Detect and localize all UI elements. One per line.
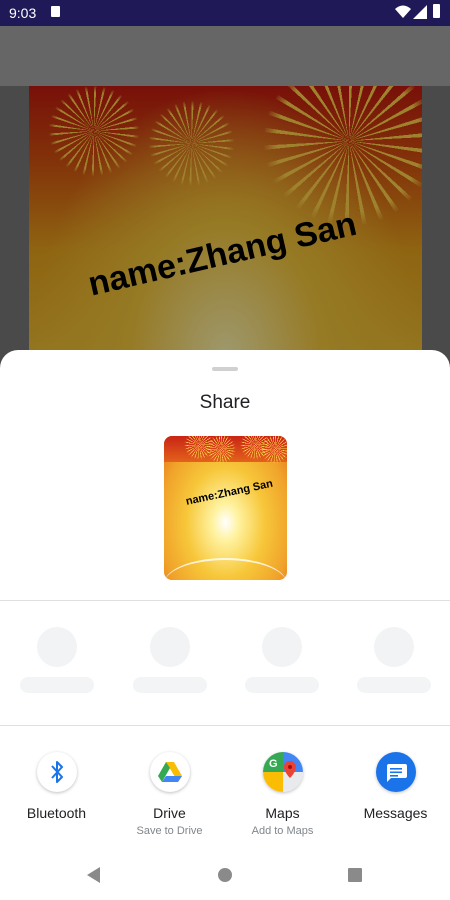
greeting-card-image: name:Zhang San — [29, 86, 422, 386]
share-target-drive[interactable]: Drive Save to Drive — [113, 752, 226, 837]
card-name-text: name:Zhang San — [84, 204, 361, 304]
battery-icon — [433, 4, 440, 18]
firework-decoration — [260, 436, 287, 464]
thumb-decoration — [164, 558, 287, 580]
firework-decoration — [49, 86, 139, 176]
share-target-sublabel: Save to Drive — [136, 825, 203, 837]
sim-card-icon — [51, 6, 60, 17]
firework-decoration — [149, 101, 234, 186]
share-target-label: Maps — [265, 805, 300, 821]
direct-share-placeholder-label — [133, 677, 207, 693]
divider — [0, 600, 450, 601]
svg-text:G: G — [269, 758, 278, 770]
cell-signal-icon — [413, 5, 427, 19]
share-target-maps[interactable]: G Maps Add to Maps — [226, 752, 339, 837]
direct-share-placeholder-avatar — [374, 627, 414, 667]
messages-icon — [375, 752, 416, 792]
app-toolbar — [0, 26, 450, 86]
bluetooth-icon — [36, 752, 77, 792]
share-target-label: Messages — [363, 805, 428, 821]
divider — [0, 725, 450, 726]
back-icon[interactable] — [87, 867, 100, 883]
share-target-sublabel: Add to Maps — [251, 825, 314, 837]
navigation-bar — [0, 850, 450, 900]
google-drive-icon — [149, 752, 190, 792]
google-maps-icon: G — [262, 752, 303, 792]
share-target-label: Bluetooth — [26, 805, 87, 821]
direct-share-placeholder-label — [20, 677, 94, 693]
share-target-messages[interactable]: Messages — [339, 752, 450, 825]
share-sheet: Share name:Zhang San Bluetooth Drive Sav… — [0, 350, 450, 900]
direct-share-placeholder-label — [245, 677, 319, 693]
recents-icon[interactable] — [348, 868, 362, 882]
status-time: 9:03 — [9, 5, 37, 21]
share-title: Share — [199, 392, 251, 413]
share-target-label: Drive — [153, 805, 186, 821]
drag-handle[interactable] — [212, 367, 238, 371]
status-bar: 9:03 — [0, 0, 450, 26]
direct-share-placeholder-avatar — [150, 627, 190, 667]
share-preview-image: name:Zhang San — [164, 436, 287, 580]
direct-share-placeholder-avatar — [37, 627, 77, 667]
share-target-bluetooth[interactable]: Bluetooth — [0, 752, 113, 825]
direct-share-placeholder-label — [357, 677, 431, 693]
home-icon[interactable] — [218, 868, 232, 882]
firework-decoration — [264, 86, 422, 226]
preview-name-text: name:Zhang San — [184, 477, 274, 508]
wifi-icon — [395, 5, 411, 18]
direct-share-placeholder-avatar — [262, 627, 302, 667]
